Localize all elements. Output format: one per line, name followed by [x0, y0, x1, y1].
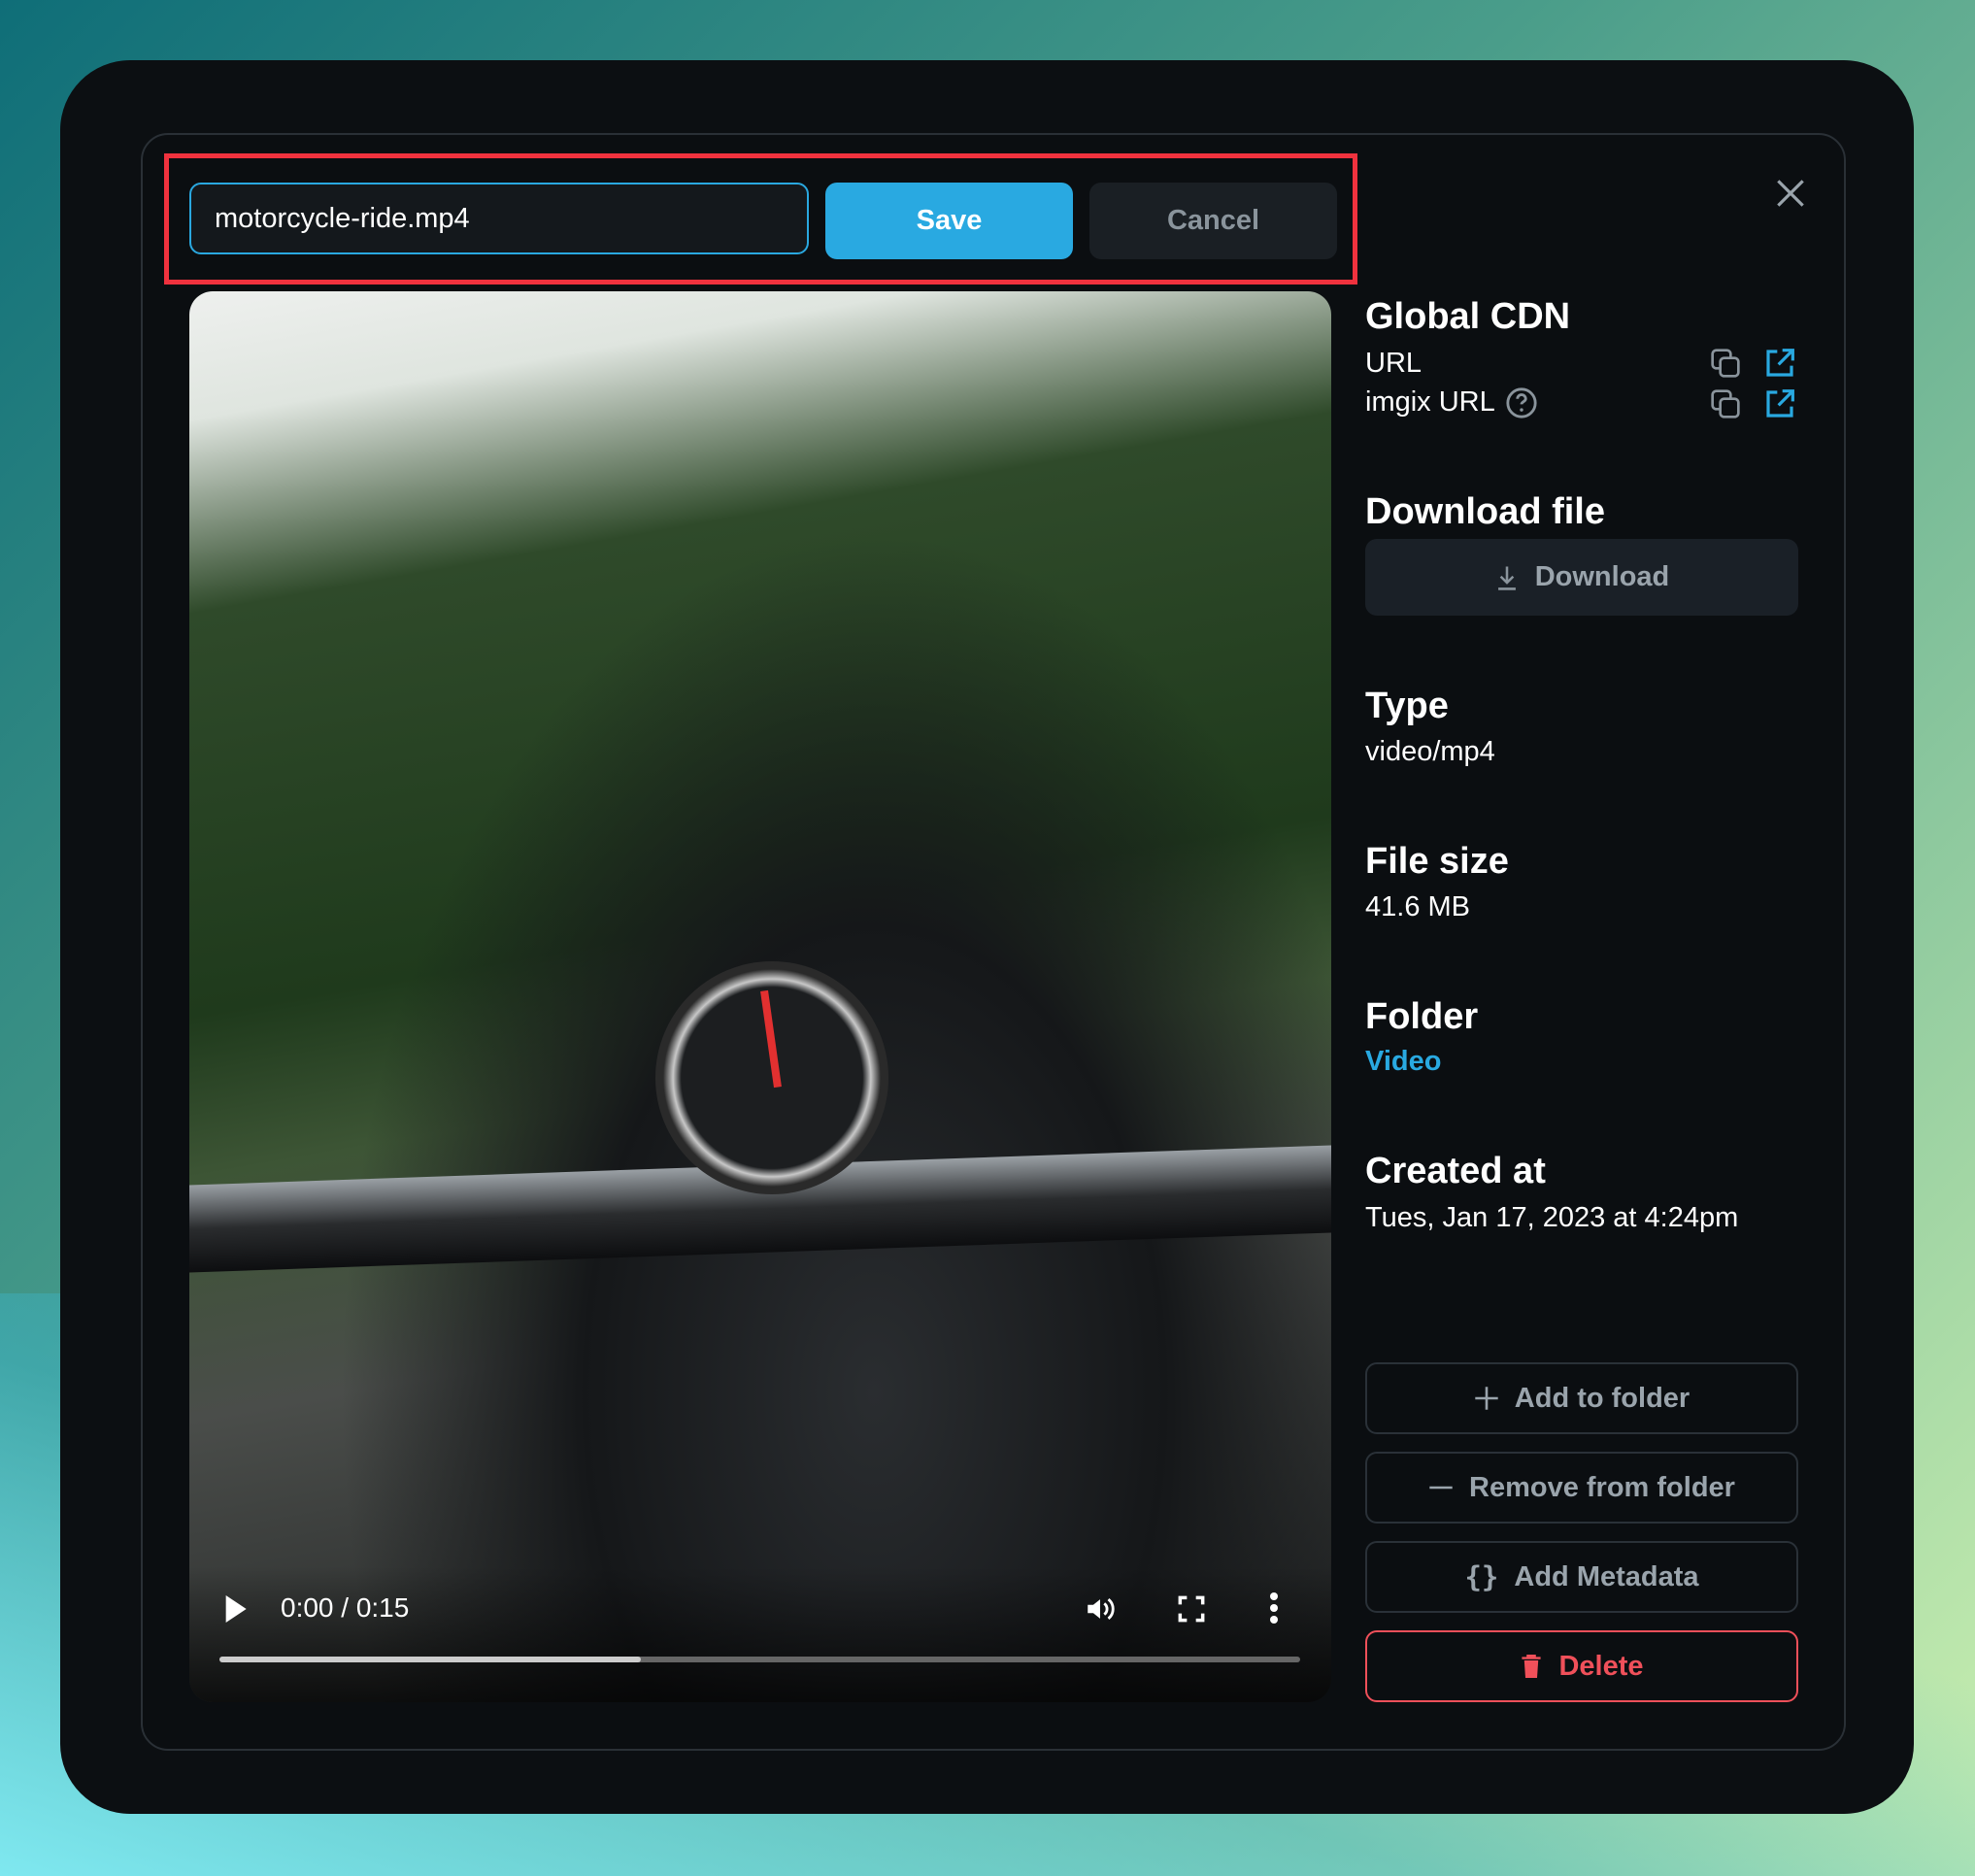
folder-link[interactable]: Video: [1365, 1046, 1441, 1078]
minus-icon: [1429, 1486, 1453, 1490]
download-heading: Download file: [1365, 491, 1605, 532]
video-controls: [189, 1566, 1331, 1702]
cdn-heading: Global CDN: [1365, 296, 1571, 337]
download-icon: [1497, 566, 1516, 590]
play-icon[interactable]: [222, 1595, 248, 1623]
filename-input[interactable]: motorcycle-ride.mp4: [189, 183, 809, 254]
add-metadata-button[interactable]: {} Add Metadata: [1365, 1541, 1798, 1613]
cancel-button[interactable]: Cancel: [1089, 183, 1337, 259]
imgix-url-label: imgix URL: [1365, 386, 1495, 418]
video-time: 0:00 / 0:15: [281, 1592, 410, 1623]
fullscreen-icon[interactable]: [1178, 1595, 1205, 1623]
volume-icon[interactable]: [1083, 1592, 1118, 1625]
copy-imgix-url-icon[interactable]: [1710, 388, 1741, 419]
url-label: URL: [1365, 348, 1423, 379]
created-value: Tues, Jan 17, 2023 at 4:24pm: [1365, 1202, 1739, 1233]
created-heading: Created at: [1365, 1151, 1546, 1191]
add-to-folder-label: Add to folder: [1514, 1382, 1690, 1414]
remove-from-folder-label: Remove from folder: [1469, 1471, 1735, 1503]
help-icon[interactable]: [1505, 386, 1538, 419]
file-size-heading: File size: [1365, 841, 1509, 882]
delete-button[interactable]: Delete: [1365, 1630, 1798, 1702]
trash-icon: [1522, 1655, 1542, 1678]
remove-from-folder-button[interactable]: Remove from folder: [1365, 1452, 1798, 1524]
video-progress-bar[interactable]: [219, 1657, 1300, 1662]
video-progress-fill: [219, 1657, 642, 1662]
braces-icon: {}: [1464, 1560, 1499, 1593]
add-to-folder-button[interactable]: Add to folder: [1365, 1362, 1798, 1434]
type-value: video/mp4: [1365, 736, 1495, 767]
type-heading: Type: [1365, 686, 1449, 726]
download-label: Download: [1534, 561, 1670, 592]
close-icon[interactable]: [1772, 175, 1809, 212]
open-imgix-url-icon[interactable]: [1764, 388, 1795, 419]
folder-heading: Folder: [1365, 996, 1479, 1037]
download-button[interactable]: Download: [1365, 539, 1798, 616]
video-player[interactable]: 0:00 / 0:15: [189, 291, 1331, 1702]
copy-url-icon[interactable]: [1710, 348, 1741, 379]
add-metadata-label: Add Metadata: [1514, 1560, 1699, 1592]
open-url-icon[interactable]: [1764, 348, 1795, 379]
delete-label: Delete: [1558, 1650, 1644, 1682]
save-button[interactable]: Save: [825, 183, 1073, 259]
more-options-icon[interactable]: [1269, 1592, 1279, 1624]
plus-icon: [1475, 1387, 1498, 1410]
file-size-value: 41.6 MB: [1365, 891, 1470, 922]
